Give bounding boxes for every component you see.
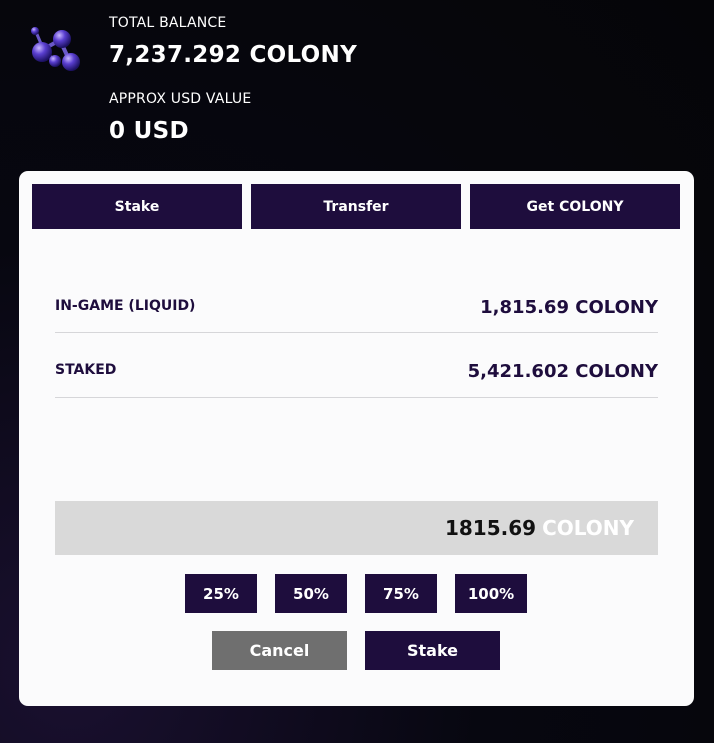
cancel-button[interactable]: Cancel — [212, 631, 347, 670]
total-balance-label: TOTAL BALANCE — [109, 15, 227, 31]
staked-value: 5,421.602 COLONY — [467, 361, 658, 382]
staked-label: STAKED — [55, 362, 117, 378]
ingame-liquid-label: IN-GAME (LIQUID) — [55, 298, 196, 314]
stake-amount-value: 1815.69 — [444, 516, 537, 540]
colony-molecule-logo-icon — [31, 27, 80, 71]
balance-header: TOTAL BALANCE 7,237.292 COLONY APPROX US… — [0, 0, 714, 170]
tab-get-colony[interactable]: Get COLONY — [470, 184, 680, 229]
percent-100-button[interactable]: 100% — [455, 574, 527, 613]
stake-amount-input[interactable]: 1815.69 COLONY — [55, 501, 658, 555]
percent-75-button[interactable]: 75% — [365, 574, 437, 613]
tab-stake[interactable]: Stake — [32, 184, 242, 229]
stake-button[interactable]: Stake — [365, 631, 500, 670]
ingame-liquid-value: 1,815.69 COLONY — [480, 297, 658, 318]
usd-value: 0 USD — [109, 118, 189, 144]
percent-25-button[interactable]: 25% — [185, 574, 257, 613]
usd-value-label: APPROX USD VALUE — [109, 91, 252, 107]
wallet-panel: Stake Transfer Get COLONY IN-GAME (LIQUI… — [19, 171, 694, 706]
divider — [55, 332, 658, 333]
stake-amount-unit: COLONY — [542, 516, 634, 540]
total-balance-value: 7,237.292 COLONY — [109, 42, 358, 68]
tab-transfer[interactable]: Transfer — [251, 184, 461, 229]
percent-50-button[interactable]: 50% — [275, 574, 347, 613]
divider — [55, 397, 658, 398]
